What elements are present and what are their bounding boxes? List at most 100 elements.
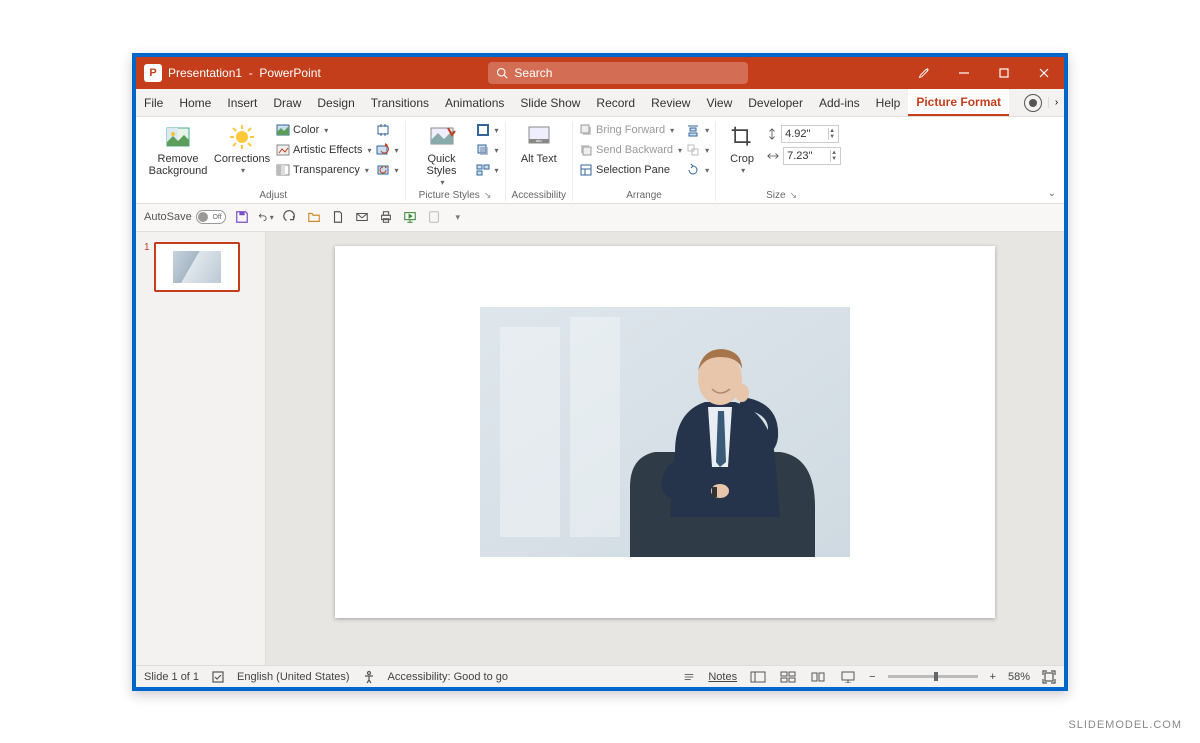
picture-border-button[interactable]: ▾ [476,121,499,139]
redo-button[interactable] [282,209,298,225]
new-button[interactable] [330,209,346,225]
zoom-percent[interactable]: 58% [1008,671,1030,683]
maximize-button[interactable] [984,57,1024,89]
tab-home[interactable]: Home [171,89,219,116]
quick-print-button[interactable] [378,209,394,225]
titlebar: P Presentation1 - PowerPoint Search [136,57,1064,89]
alt-text-button[interactable]: abc Alt Text [515,121,563,165]
reset-picture-button[interactable]: ▾ [376,161,399,179]
touch-mode-button[interactable] [426,209,442,225]
tab-slideshow[interactable]: Slide Show [512,89,588,116]
thumbnail-number: 1 [144,242,150,292]
reading-view-button[interactable] [809,670,827,684]
slide-thumbnail-1[interactable] [154,242,240,292]
remove-background-icon [164,123,192,151]
transparency-icon [276,163,290,177]
zoom-out-button[interactable]: − [869,671,875,683]
accessibility-status[interactable]: Accessibility: Good to go [388,671,508,683]
app-icon: P [144,64,162,82]
group-label-accessibility: Accessibility [512,190,566,201]
group-button[interactable]: ▾ [686,141,709,159]
align-button[interactable]: ▾ [686,121,709,139]
tab-record[interactable]: Record [588,89,643,116]
slideshow-from-beginning-button[interactable] [402,209,418,225]
alt-text-icon: abc [525,123,553,151]
spellcheck-icon[interactable] [211,670,225,684]
tab-view[interactable]: View [698,89,740,116]
minimize-button[interactable] [944,57,984,89]
artistic-effects-button[interactable]: Artistic Effects▾ [276,141,372,159]
corrections-button[interactable]: Corrections ▾ [212,121,272,176]
slide-sorter-button[interactable] [779,670,797,684]
tab-developer[interactable]: Developer [740,89,811,116]
close-button[interactable] [1024,57,1064,89]
picture-effects-button[interactable]: ▾ [476,141,499,159]
ribbon: Remove Background Corrections ▾ Color▾ [136,117,1064,204]
crop-button[interactable]: Crop▾ [722,121,762,176]
slide-counter[interactable]: Slide 1 of 1 [144,671,199,683]
tab-animations[interactable]: Animations [437,89,512,116]
search-box[interactable]: Search [488,62,748,84]
tab-addins[interactable]: Add-ins [811,89,868,116]
thumbnail-panel[interactable]: 1 [136,232,266,665]
search-placeholder: Search [514,66,552,80]
slideshow-view-button[interactable] [839,670,857,684]
email-button[interactable] [354,209,370,225]
picture-layout-button[interactable]: ▾ [476,161,499,179]
coming-soon-button[interactable] [904,57,944,89]
change-picture-button[interactable]: ▾ [376,141,399,159]
tabs-overflow-button[interactable]: › [1048,97,1064,108]
notes-button[interactable]: Notes [708,671,737,683]
save-button[interactable] [234,209,250,225]
collapse-ribbon-button[interactable]: ⌄ [1048,188,1056,199]
status-bar: Slide 1 of 1 English (United States) Acc… [136,665,1064,687]
group-label-picstyles: Picture Styles [419,190,480,201]
camera-record-button[interactable] [1024,94,1042,112]
ribbon-group-size: Crop▾ 4.92"▲▼ 7.23"▲▼ Size↘ [716,121,847,201]
artistic-icon [276,143,290,157]
open-button[interactable] [306,209,322,225]
rotate-button[interactable]: ▾ [686,161,709,179]
send-backward-icon [579,143,593,157]
quick-styles-button[interactable]: Quick Styles ▾ [412,121,472,188]
selection-pane-button[interactable]: Selection Pane [579,161,682,179]
corrections-label: Corrections [214,153,270,165]
remove-background-button[interactable]: Remove Background [148,121,208,177]
tab-design[interactable]: Design [309,89,362,116]
qat-customize-button[interactable]: ▾ [450,209,466,225]
tab-file[interactable]: File [136,89,171,116]
picstyles-launcher-icon[interactable]: ↘ [484,190,492,200]
slide-canvas-area[interactable] [266,232,1064,665]
color-button[interactable]: Color▾ [276,121,372,139]
powerpoint-window: P Presentation1 - PowerPoint Search File… [132,53,1068,691]
compress-pictures-button[interactable] [376,121,399,139]
zoom-in-button[interactable]: + [990,671,996,683]
zoom-slider[interactable] [888,675,978,678]
color-label: Color [293,124,319,136]
tab-draw[interactable]: Draw [265,89,309,116]
inserted-picture[interactable] [480,307,850,557]
normal-view-button[interactable] [749,670,767,684]
autosave-toggle[interactable]: AutoSave Off [144,210,226,224]
tab-picture-format[interactable]: Picture Format [908,89,1009,116]
corrections-icon [228,123,256,151]
tab-help[interactable]: Help [868,89,909,116]
height-input[interactable]: 4.92"▲▼ [781,125,839,143]
language-status[interactable]: English (United States) [237,671,350,683]
quick-styles-label: Quick Styles [412,153,472,177]
tab-insert[interactable]: Insert [219,89,265,116]
rotate-icon [686,163,700,177]
bring-forward-button[interactable]: Bring Forward▾ [579,121,682,139]
tab-review[interactable]: Review [643,89,698,116]
fit-to-window-button[interactable] [1042,670,1056,684]
width-input[interactable]: 7.23"▲▼ [783,147,841,165]
quick-access-toolbar: AutoSave Off ▾ ▾ [136,204,1064,232]
slide[interactable] [335,246,995,618]
size-launcher-icon[interactable]: ↘ [790,190,798,200]
alt-text-label: Alt Text [521,153,557,165]
undo-button[interactable]: ▾ [258,209,274,225]
tab-transitions[interactable]: Transitions [363,89,437,116]
send-backward-button[interactable]: Send Backward▾ [579,141,682,159]
transparency-button[interactable]: Transparency▾ [276,161,372,179]
crop-label: Crop [730,153,754,165]
